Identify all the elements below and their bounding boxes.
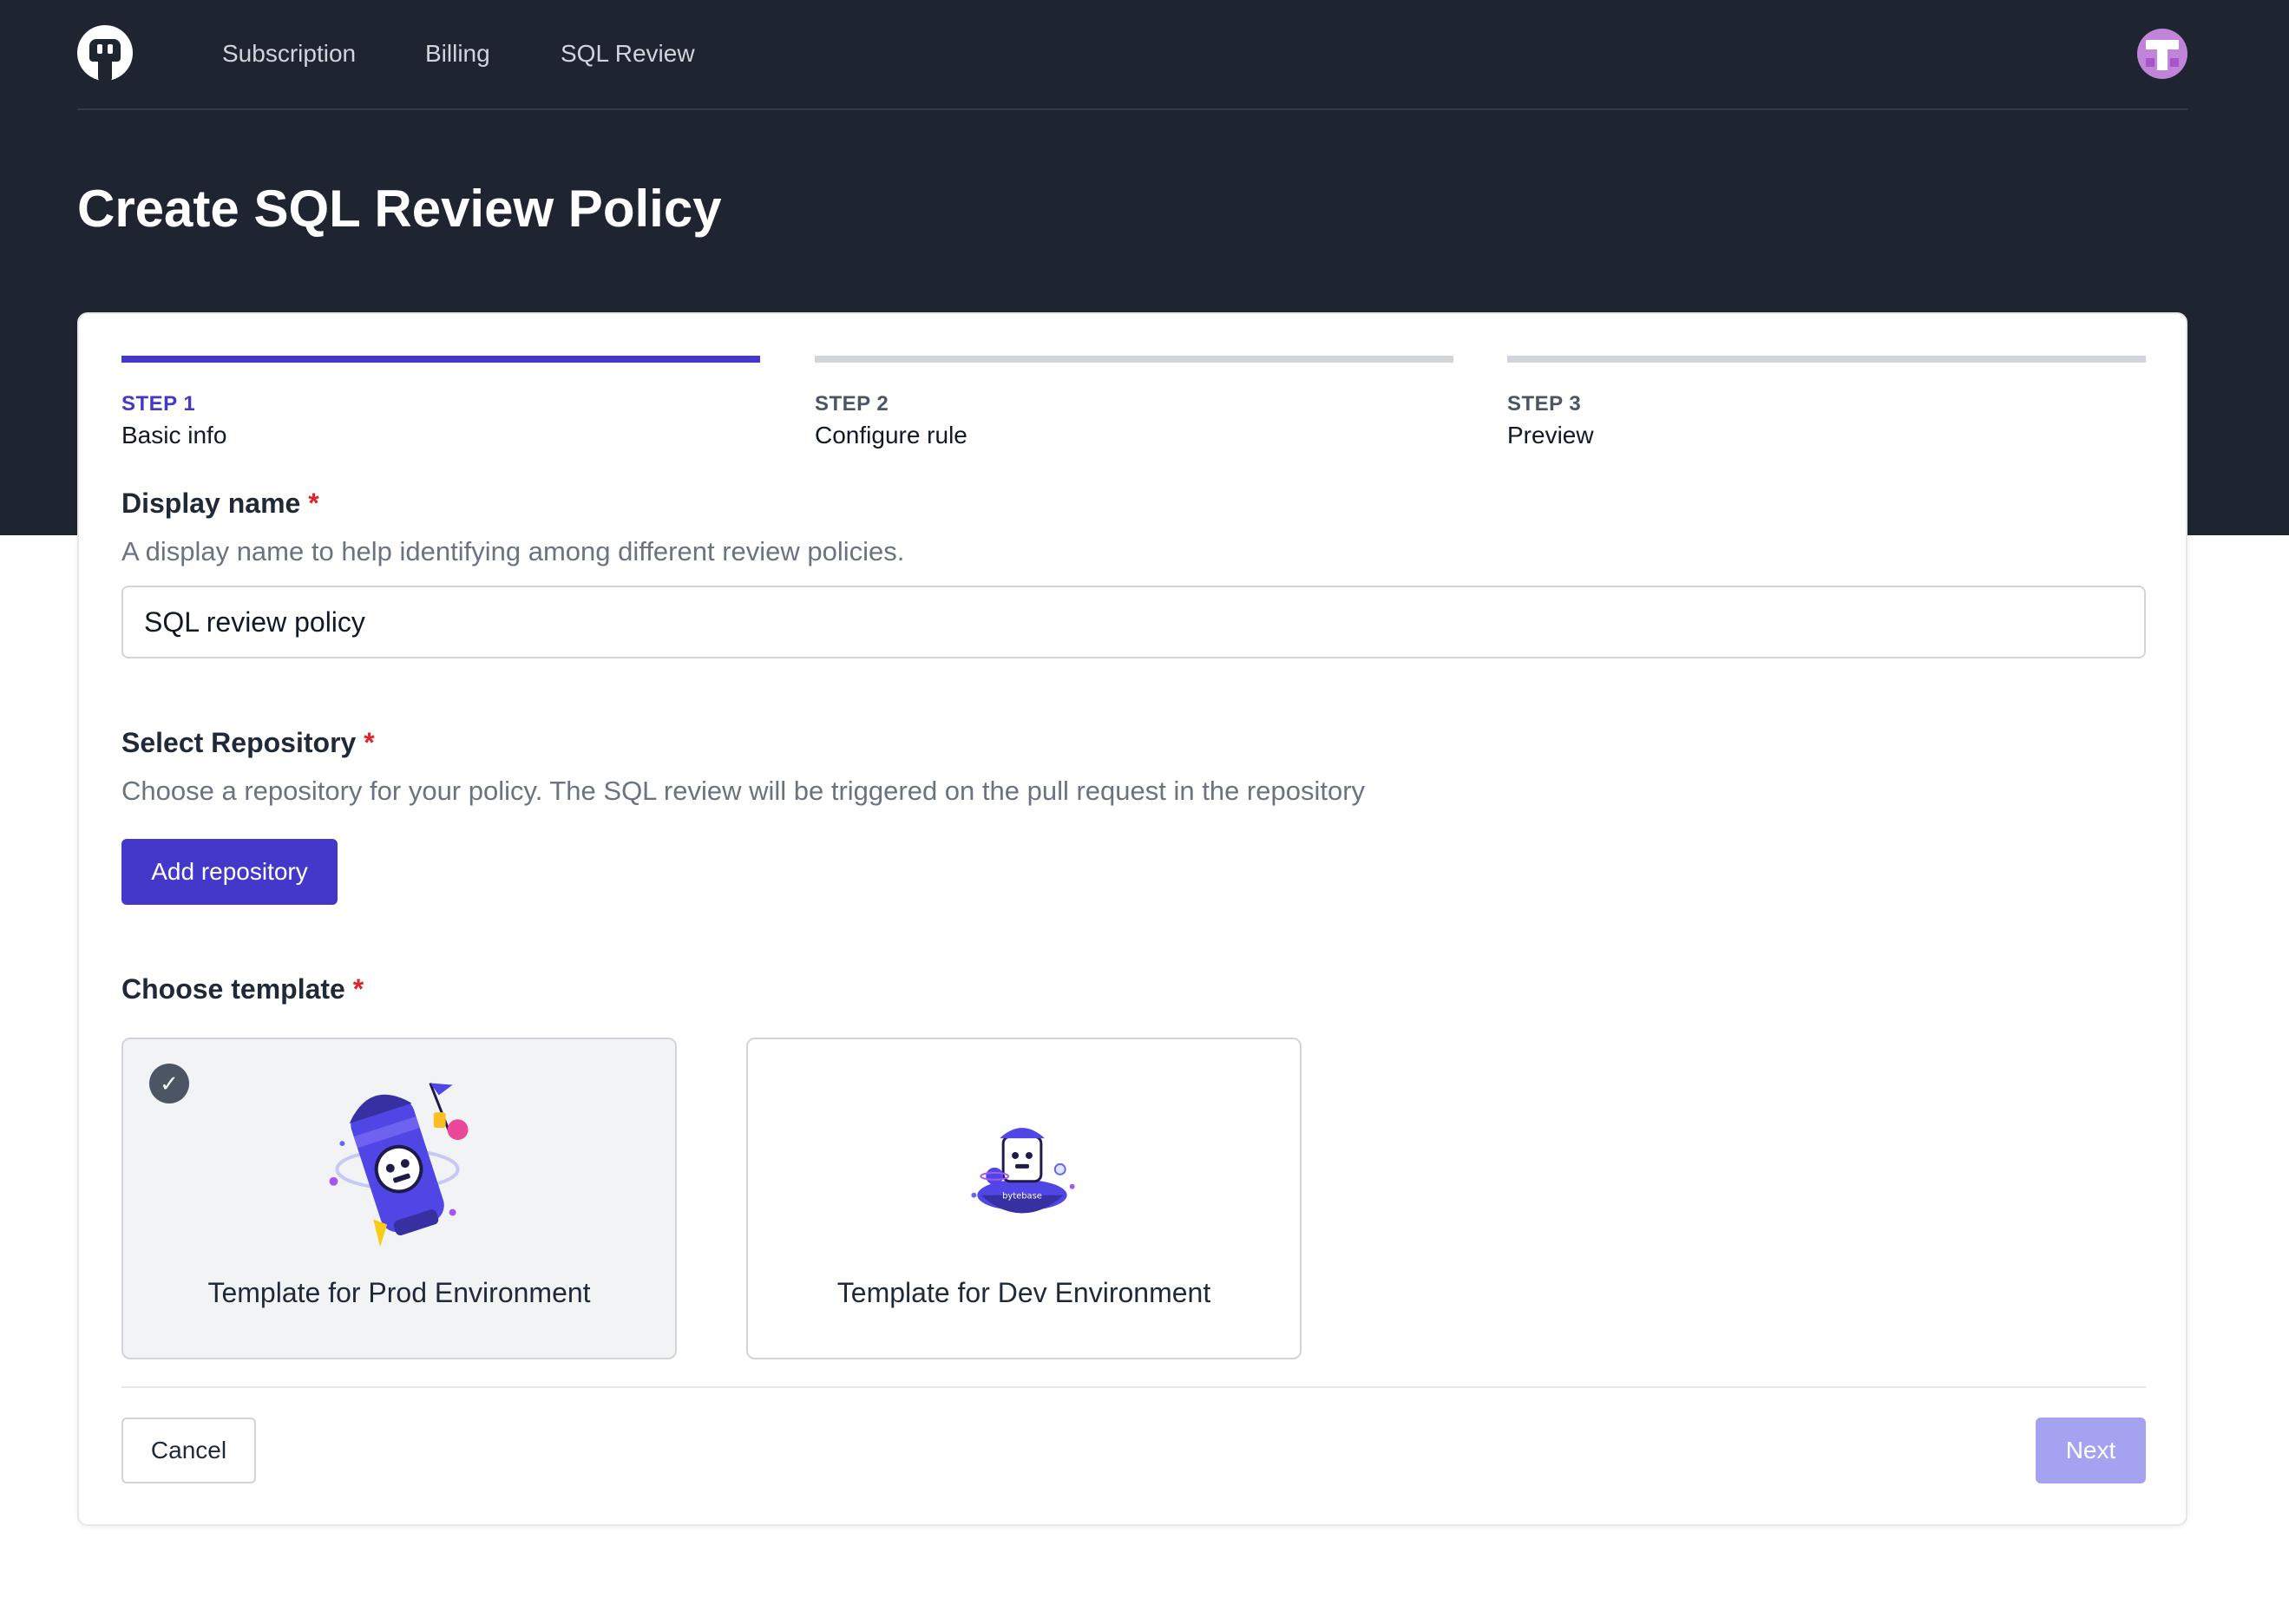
nav-link-subscription[interactable]: Subscription (222, 40, 356, 68)
next-button[interactable]: Next (2036, 1418, 2146, 1483)
footer-divider (121, 1386, 2146, 1388)
policy-form-card: STEP 1 Basic info STEP 2 Configure rule … (77, 312, 2187, 1526)
display-name-label: Display name * (121, 488, 319, 520)
prod-rocket-illustration (329, 1082, 469, 1247)
step-preview[interactable]: STEP 3 Preview (1507, 356, 2146, 449)
step-number: STEP 1 (121, 392, 196, 416)
nav-link-sql-review[interactable]: SQL Review (561, 40, 695, 68)
choose-template-label: Choose template * (121, 973, 364, 1005)
top-navigation: Subscription Billing SQL Review (77, 0, 2187, 110)
template-label: Template for Dev Environment (836, 1277, 1211, 1308)
required-mark: * (352, 973, 364, 1005)
step-configure-rule[interactable]: STEP 2 Configure rule (815, 356, 1453, 449)
display-name-label-text: Display name (121, 488, 301, 519)
select-repository-label: Select Repository * (121, 727, 375, 759)
step-label: Configure rule (815, 422, 967, 449)
add-repository-button[interactable]: Add repository (121, 839, 338, 905)
user-avatar-icon[interactable] (2137, 29, 2187, 79)
choose-template-label-text: Choose template (121, 973, 345, 1005)
step-progress-bar (815, 356, 1453, 363)
step-number: STEP 2 (815, 392, 889, 416)
display-name-input[interactable] (121, 586, 2146, 658)
required-mark: * (308, 488, 319, 519)
step-progress-bar (121, 356, 760, 363)
step-basic-info[interactable]: STEP 1 Basic info (121, 356, 760, 449)
template-label: Template for Prod Environment (207, 1277, 591, 1308)
step-progress-bar (1507, 356, 2146, 363)
required-mark: * (364, 727, 375, 758)
template-card-dev[interactable]: bytebase Template for Dev Environment (746, 1038, 1302, 1359)
nav-link-billing[interactable]: Billing (425, 40, 490, 68)
template-card-prod[interactable]: ✓ Template for Prod Environment (121, 1038, 677, 1359)
svg-text:bytebase: bytebase (1002, 1192, 1042, 1202)
step-label: Preview (1507, 422, 1594, 449)
display-name-help: A display name to help identifying among… (121, 536, 905, 566)
cancel-button[interactable]: Cancel (121, 1418, 256, 1483)
select-repository-help: Choose a repository for your policy. The… (121, 776, 1366, 806)
page-title: Create SQL Review Policy (77, 180, 722, 238)
select-repository-label-text: Select Repository (121, 727, 357, 758)
step-number: STEP 3 (1507, 392, 1582, 416)
step-label: Basic info (121, 422, 227, 449)
dev-ufo-illustration: bytebase (971, 1128, 1075, 1214)
bytebase-logo-icon[interactable] (77, 25, 133, 81)
